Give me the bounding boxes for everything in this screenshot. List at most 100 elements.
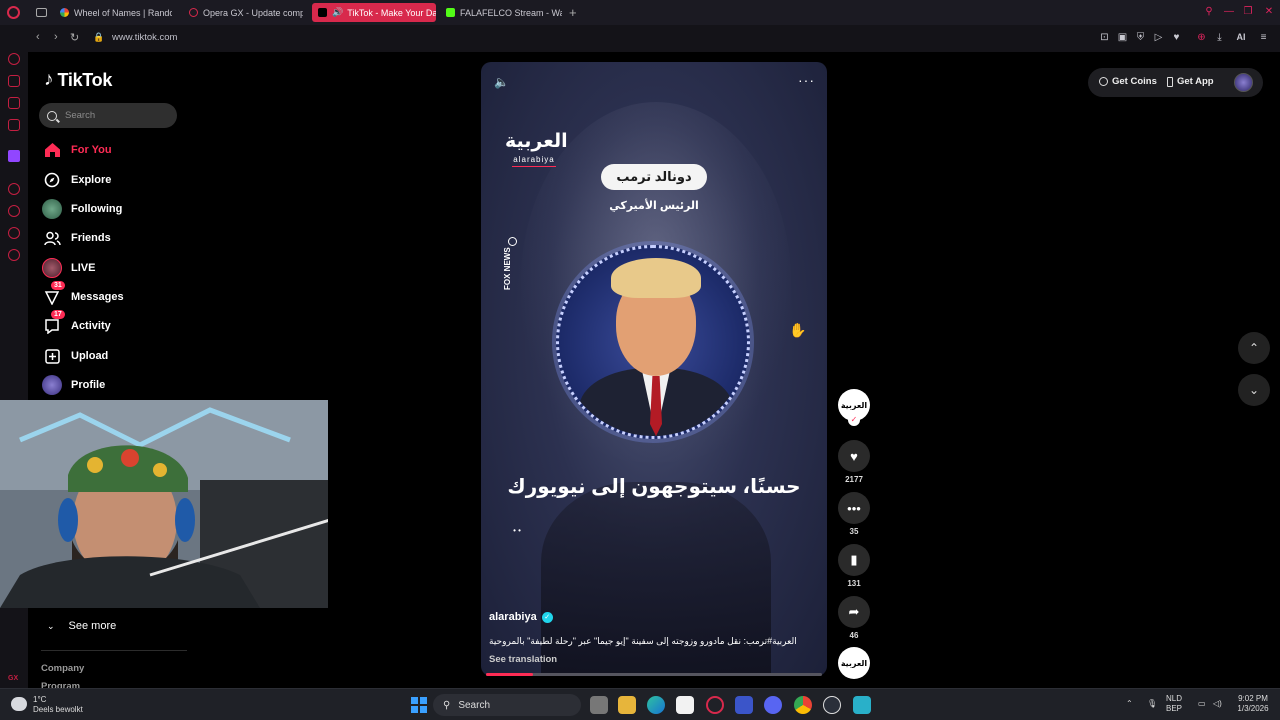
reload-icon[interactable]: ↻ <box>70 31 79 44</box>
sound-disc-text: العربية <box>840 658 868 668</box>
microphone-icon[interactable]: 🎙 <box>1147 699 1157 709</box>
discord-icon[interactable] <box>764 696 782 714</box>
tab-wheel-of-names[interactable]: Wheel of Names | Random <box>54 3 172 22</box>
opera-logo-icon[interactable] <box>7 6 20 19</box>
footer-program[interactable]: Program <box>41 681 80 688</box>
more-options-icon[interactable]: ··· <box>798 72 815 88</box>
edge-icon[interactable] <box>647 696 665 714</box>
tiktok-logo[interactable]: ♪ TikTok <box>44 69 112 91</box>
next-video-button[interactable]: ⌄ <box>1238 374 1270 406</box>
aria-ai-icon[interactable]: AI <box>1231 32 1251 43</box>
store-icon[interactable] <box>676 696 694 714</box>
nav-live[interactable]: LIVE <box>42 257 95 279</box>
shield-icon[interactable]: ⛨ <box>1135 32 1146 43</box>
gx-icon[interactable]: GX <box>8 675 18 682</box>
network-icon[interactable]: ▭ <box>1198 699 1206 709</box>
speaker-icon[interactable]: 🔊 <box>332 7 343 18</box>
tab-falafelco-stream[interactable]: FALAFELCO Stream - Wat <box>440 3 562 22</box>
messenger-icon[interactable] <box>8 183 20 195</box>
channel-logo-text: العربية <box>505 131 568 152</box>
volume-icon[interactable]: 🔈 <box>494 75 509 89</box>
get-coins-button[interactable]: Get Coins <box>1099 76 1157 87</box>
chat-icon[interactable] <box>8 227 20 239</box>
nav-explore[interactable]: Explore <box>42 169 111 191</box>
nav-profile[interactable]: Profile <box>42 374 105 396</box>
previous-video-button[interactable]: ⌃ <box>1238 332 1270 364</box>
nav-messages[interactable]: 31 Messages <box>42 281 124 308</box>
file-explorer-icon[interactable] <box>618 696 636 714</box>
follow-check-icon[interactable]: ✓ <box>848 414 860 426</box>
user-avatar[interactable] <box>1234 73 1253 92</box>
see-more-button[interactable]: ⌄ See more <box>47 620 116 632</box>
share-action[interactable]: ➦ 46 <box>838 596 870 640</box>
snapshot-icon[interactable]: ▣ <box>1117 32 1128 43</box>
speaker-tray-icon[interactable]: ◁) <box>1213 699 1222 709</box>
author-row[interactable]: alarabiya ✓ <box>489 611 553 623</box>
settings-icon[interactable] <box>8 249 20 261</box>
opera-icon <box>189 8 198 17</box>
download-icon[interactable]: ⤓ <box>1214 32 1225 43</box>
see-translation-link[interactable]: See translation <box>489 654 557 665</box>
windows-start-icon[interactable] <box>411 697 427 713</box>
nav-activity[interactable]: 17 Activity <box>42 310 111 337</box>
sound-disc-avatar[interactable]: العربية <box>838 647 870 679</box>
new-tab-button[interactable]: + <box>569 5 577 20</box>
get-app-button[interactable]: Get App <box>1167 76 1214 87</box>
activity-badge: 17 <box>51 310 65 319</box>
heart-icon[interactable]: ♥ <box>1171 32 1182 43</box>
bookmark-save-icon[interactable]: ▮ <box>838 544 870 576</box>
minimize-button[interactable]: — <box>1223 6 1235 18</box>
comment-action[interactable]: ••• 35 <box>838 492 870 536</box>
wallet-icon[interactable]: ⊕ <box>1196 32 1207 43</box>
app-icon[interactable] <box>735 696 753 714</box>
history-icon[interactable] <box>8 205 20 217</box>
language-indicator[interactable]: NLD BEP <box>1166 694 1182 714</box>
bookmark-icon[interactable]: ⊡ <box>1099 32 1110 43</box>
bag-icon[interactable] <box>8 75 20 87</box>
footer-company[interactable]: Company <box>41 663 84 674</box>
heart-like-icon[interactable]: ♥ <box>838 440 870 472</box>
nav-following[interactable]: Following <box>42 198 122 220</box>
nav-upload[interactable]: Upload <box>42 345 108 367</box>
like-action[interactable]: ♥ 2177 <box>838 440 870 484</box>
menu-icon[interactable]: ≡ <box>1258 32 1269 43</box>
tab-overview-icon[interactable] <box>36 8 47 17</box>
clock[interactable]: 9:02 PM 1/3/2026 <box>1228 694 1278 714</box>
url-field[interactable]: www.tiktok.com <box>112 32 177 43</box>
weather-icon[interactable] <box>11 697 27 711</box>
tray-overflow-icon[interactable]: ⌃ <box>1126 699 1133 709</box>
video-progress-bar[interactable] <box>486 673 822 676</box>
taskbar-search[interactable]: ⚲ Search <box>433 694 581 716</box>
chrome-icon[interactable] <box>794 696 812 714</box>
chevron-down-icon: ⌄ <box>1248 383 1260 397</box>
nav-label: For You <box>71 144 112 156</box>
play-icon[interactable]: ▷ <box>1153 32 1164 43</box>
news-icon[interactable] <box>8 119 20 131</box>
opera-gx-taskbar-icon[interactable] <box>706 696 724 714</box>
steam-icon[interactable] <box>823 696 841 714</box>
task-view-icon[interactable] <box>590 696 608 714</box>
maximize-button[interactable]: ❐ <box>1242 6 1254 18</box>
teams-icon[interactable] <box>853 696 871 714</box>
nav-for-you[interactable]: For You <box>42 139 112 161</box>
comment-icon[interactable]: ••• <box>838 492 870 524</box>
name-pill: دونالد ترمب <box>601 164 707 190</box>
friends-icon <box>42 228 62 248</box>
save-action[interactable]: ▮ 131 <box>838 544 870 588</box>
nav-label: Friends <box>71 232 111 244</box>
twitch-icon[interactable] <box>8 150 20 162</box>
nav-friends[interactable]: Friends <box>42 227 111 249</box>
tab-opera-gx-update[interactable]: Opera GX - Update comp <box>183 3 303 22</box>
share-icon[interactable]: ➦ <box>838 596 870 628</box>
forward-icon[interactable]: › <box>54 31 58 43</box>
portrait-circle <box>556 245 750 439</box>
back-icon[interactable]: ‹ <box>36 31 40 43</box>
portrait-hair <box>611 258 701 298</box>
tab-tiktok[interactable]: 🔊 TikTok - Make Your Da <box>312 3 436 22</box>
weather-temp[interactable]: 1°C <box>33 695 46 704</box>
search-tabs-icon[interactable]: ⚲ <box>1203 6 1215 18</box>
gx-control-icon[interactable] <box>8 53 20 65</box>
player-icon[interactable] <box>8 97 20 109</box>
close-window-button[interactable]: ✕ <box>1263 6 1275 18</box>
search-input[interactable]: Search <box>39 103 177 128</box>
